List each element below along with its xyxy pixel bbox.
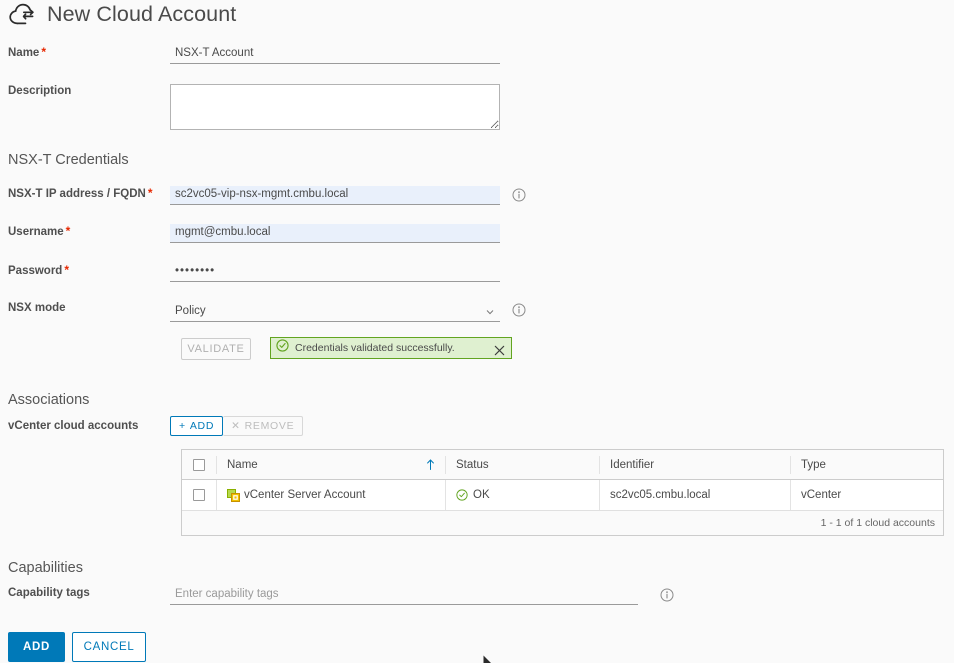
new-cloud-account-page: New Cloud Account Name* Description NSX-… — [0, 0, 954, 663]
page-title: New Cloud Account — [47, 2, 237, 27]
field-row-fqdn: NSX-T IP address / FQDN * — [0, 186, 526, 205]
name-label: Name * — [8, 45, 46, 59]
field-row-capability-tags: Capability tags — [0, 586, 674, 605]
username-input[interactable] — [170, 224, 500, 243]
cell-name: vCenter Server Account — [216, 480, 445, 510]
close-icon[interactable] — [494, 343, 505, 355]
cell-status: OK — [445, 480, 599, 510]
fqdn-info-icon[interactable] — [512, 188, 526, 202]
nsx-mode-label: NSX mode — [8, 302, 66, 314]
column-header-status[interactable]: Status — [445, 455, 599, 474]
fqdn-label: NSX-T IP address / FQDN * — [8, 186, 153, 200]
cell-name-text: vCenter Server Account — [244, 489, 366, 501]
validate-button[interactable]: VALIDATE — [181, 338, 251, 360]
vcenter-accounts-label: vCenter cloud accounts — [8, 420, 139, 432]
nsx-mode-info-icon[interactable] — [512, 303, 526, 317]
capabilities-heading: Capabilities — [8, 560, 83, 576]
password-label: Password * — [8, 263, 69, 277]
table-header-row: Name Status Identifier Type — [182, 450, 943, 480]
capability-tags-info-icon[interactable] — [660, 588, 674, 602]
cell-identifier: sc2vc05.cmbu.local — [599, 480, 790, 510]
field-row-username: Username * — [0, 224, 500, 243]
required-marker: * — [65, 224, 71, 238]
column-header-name[interactable]: Name — [216, 455, 445, 474]
required-marker: * — [64, 263, 69, 277]
fqdn-input[interactable] — [170, 186, 500, 205]
capability-tags-label: Capability tags — [8, 587, 90, 599]
table-footer: 1 - 1 of 1 cloud accounts — [182, 511, 943, 535]
column-header-identifier[interactable]: Identifier — [599, 455, 790, 474]
column-header-type[interactable]: Type — [790, 455, 943, 474]
associations-heading: Associations — [8, 392, 90, 408]
row-checkbox[interactable] — [193, 489, 205, 501]
cell-type: vCenter — [790, 480, 943, 510]
field-row-vcenter-accounts: vCenter cloud accounts + ADD ✕ REMOVE — [0, 416, 304, 436]
status-ok-icon — [456, 489, 468, 501]
success-check-icon — [276, 339, 289, 357]
field-row-nsx-mode: NSX mode Policy — [0, 301, 526, 322]
nsx-mode-select[interactable]: Policy — [170, 303, 500, 322]
submit-add-button[interactable]: ADD — [8, 632, 65, 662]
vcenter-accounts-table: Name Status Identifier Type vCenter Serv… — [181, 449, 944, 536]
row-select-cell — [182, 480, 216, 510]
field-row-name: Name * — [0, 45, 500, 64]
cancel-button[interactable]: CANCEL — [72, 632, 146, 662]
vcenter-server-icon — [227, 488, 240, 502]
plus-icon: + — [179, 420, 186, 432]
remove-vcenter-account-button[interactable]: ✕ REMOVE — [223, 416, 304, 436]
sort-ascending-icon — [426, 459, 435, 470]
x-icon: ✕ — [231, 420, 241, 432]
required-marker: * — [41, 45, 46, 59]
username-label: Username * — [8, 224, 71, 238]
pagination-summary: 1 - 1 of 1 cloud accounts — [820, 517, 935, 529]
cell-status-text: OK — [473, 489, 490, 501]
description-textarea[interactable] — [170, 84, 500, 130]
select-all-checkbox[interactable] — [193, 458, 205, 471]
table-row[interactable]: vCenter Server Account OK sc2vc05.cmbu.l… — [182, 480, 943, 511]
select-all-cell — [182, 456, 216, 474]
validation-alert: Credentials validated successfully. — [270, 337, 512, 359]
description-label: Description — [8, 85, 72, 97]
field-row-password: Password * — [0, 263, 500, 282]
required-marker: * — [147, 186, 153, 200]
cloud-account-icon — [8, 2, 38, 28]
credentials-heading: NSX-T Credentials — [8, 152, 129, 168]
field-row-description: Description — [0, 84, 500, 130]
password-input[interactable] — [170, 263, 500, 282]
capability-tags-input[interactable] — [170, 586, 638, 605]
validation-alert-text: Credentials validated successfully. — [295, 342, 455, 354]
mouse-cursor — [483, 655, 492, 663]
name-input[interactable] — [170, 45, 500, 64]
page-header: New Cloud Account — [8, 2, 236, 28]
add-vcenter-account-button[interactable]: + ADD — [170, 416, 224, 436]
